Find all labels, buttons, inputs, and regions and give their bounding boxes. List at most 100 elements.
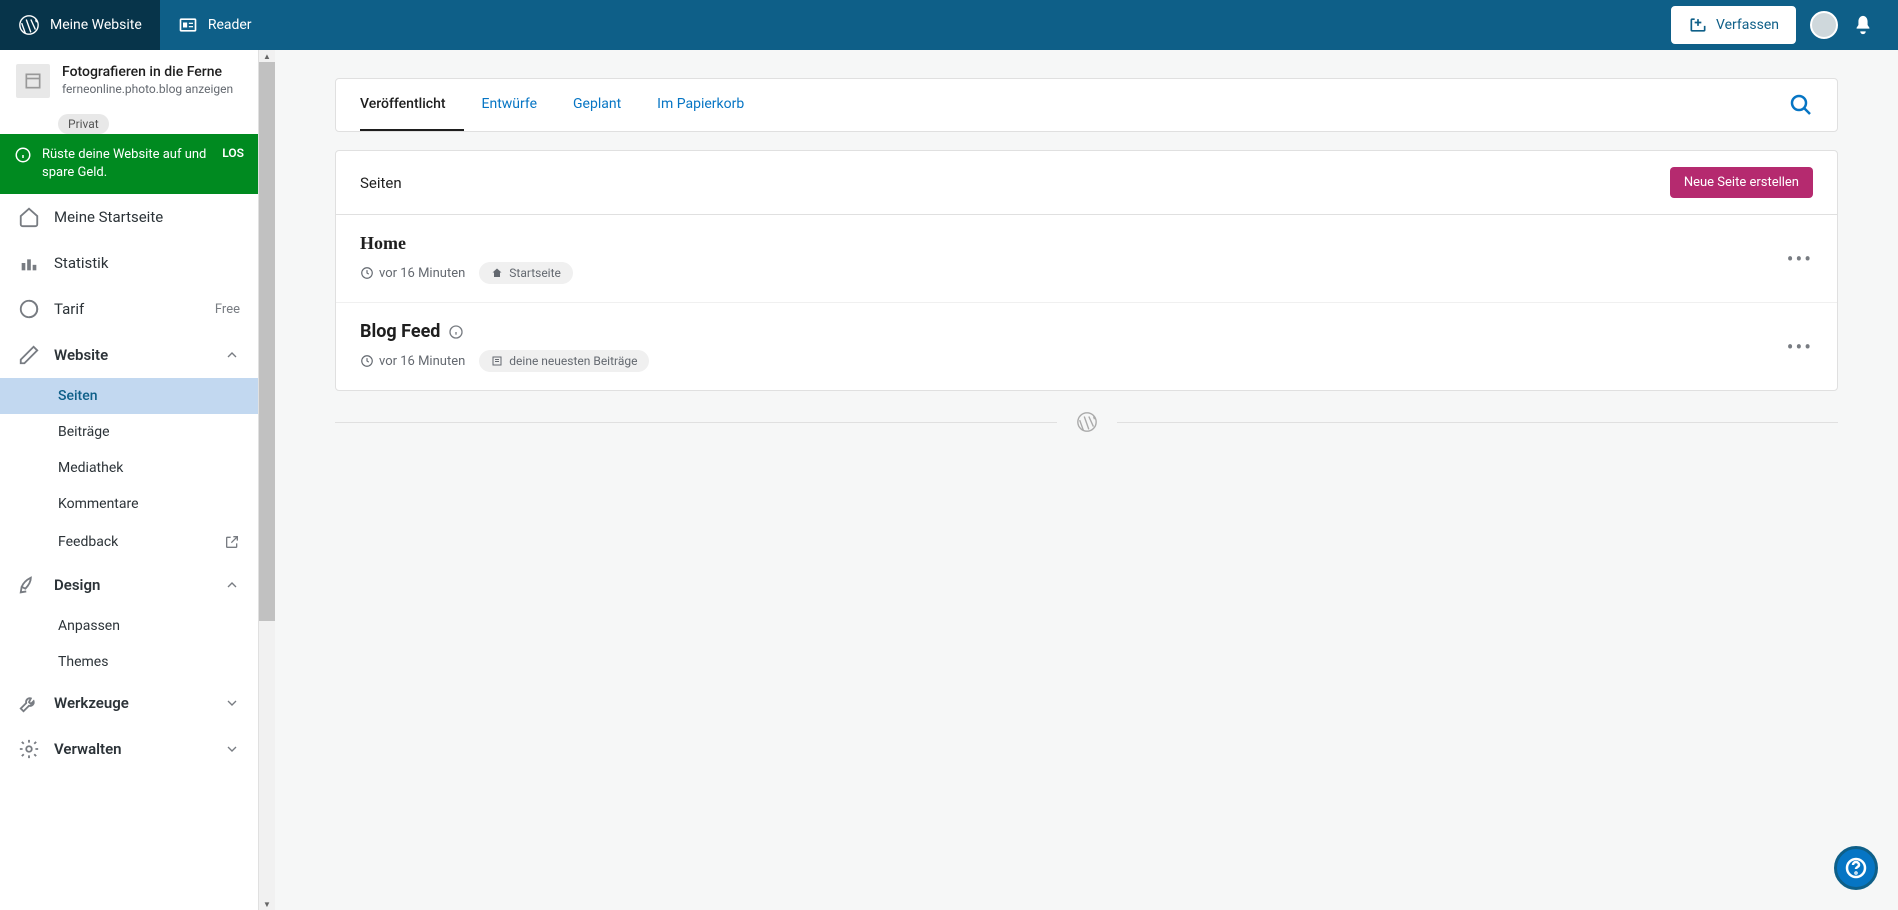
pencil-icon [18, 344, 40, 366]
wrench-icon [18, 692, 40, 714]
help-button[interactable] [1834, 846, 1878, 890]
more-button[interactable]: ••• [1787, 247, 1813, 271]
topbar-tabs: Meine Website Reader [0, 0, 270, 50]
nav-feedback[interactable]: Feedback [0, 522, 258, 562]
nav-media[interactable]: Mediathek [0, 450, 258, 486]
clock-icon [360, 354, 374, 368]
notifications-icon[interactable] [1852, 14, 1874, 36]
chevron-up-icon [224, 577, 240, 593]
site-info: Fotografieren in die Ferne ferneonline.p… [62, 64, 242, 98]
nav-themes[interactable]: Themes [0, 644, 258, 680]
tabs-card: Veröffentlicht Entwürfe Geplant Im Papie… [335, 78, 1838, 132]
new-page-button[interactable]: Neue Seite erstellen [1670, 167, 1813, 198]
footer-logo [335, 411, 1838, 433]
help-icon [1844, 856, 1868, 880]
page-title[interactable]: Blog Feed [360, 321, 1787, 342]
tab-published[interactable]: Veröffentlicht [360, 79, 464, 131]
promo-text: Rüste deine Website auf und spare Geld. [42, 146, 212, 182]
nav-stats-label: Statistik [54, 254, 108, 272]
site-url[interactable]: ferneonline.photo.blog anzeigen [62, 82, 242, 96]
home-icon [18, 206, 40, 228]
main-content: Veröffentlicht Entwürfe Geplant Im Papie… [275, 50, 1898, 910]
chevron-down-icon [224, 695, 240, 711]
sidebar-container: Fotografieren in die Ferne ferneonline.p… [0, 50, 275, 910]
posts-icon [491, 355, 503, 367]
nav-tools-label: Werkzeuge [54, 694, 129, 712]
tab-scheduled[interactable]: Geplant [555, 79, 639, 131]
plan-icon [18, 298, 40, 320]
pages-list: Seiten Neue Seite erstellen Home vor 16 … [335, 150, 1838, 391]
page-time: vor 16 Minuten [360, 266, 465, 281]
layout: Fotografieren in die Ferne ferneonline.p… [0, 50, 1898, 910]
info-icon [14, 146, 32, 164]
nav-home[interactable]: Meine Startseite [0, 194, 258, 240]
chevron-up-icon [224, 347, 240, 363]
wordpress-icon [1076, 411, 1098, 433]
page-info: Blog Feed vor 16 Minuten deine neuesten … [360, 321, 1787, 372]
list-title: Seiten [360, 174, 402, 192]
design-icon [18, 574, 40, 596]
page-meta: vor 16 Minuten deine neuesten Beiträge [360, 350, 1787, 372]
site-placeholder-icon [23, 71, 43, 91]
nav-feedback-label: Feedback [58, 534, 118, 550]
nav-design[interactable]: Design [0, 562, 258, 608]
page-title[interactable]: Home [360, 233, 1787, 254]
nav-manage[interactable]: Verwalten [0, 726, 258, 772]
tab-my-site-label: Meine Website [50, 17, 142, 33]
page-badge: deine neuesten Beiträge [479, 350, 649, 372]
chevron-down-icon [224, 741, 240, 757]
stats-icon [18, 252, 40, 274]
nav-pages[interactable]: Seiten [0, 378, 258, 414]
nav-plan-label: Tarif [54, 300, 84, 318]
tab-reader-label: Reader [208, 17, 252, 33]
list-header: Seiten Neue Seite erstellen [336, 151, 1837, 215]
more-button[interactable]: ••• [1787, 335, 1813, 359]
reader-icon [178, 15, 198, 35]
nav-manage-label: Verwalten [54, 740, 122, 758]
topbar: Meine Website Reader Verfassen [0, 0, 1898, 50]
upgrade-promo[interactable]: Rüste deine Website auf und spare Geld. … [0, 134, 258, 194]
page-badge: Startseite [479, 262, 573, 284]
tab-reader[interactable]: Reader [160, 0, 270, 50]
page-meta: vor 16 Minuten Startseite [360, 262, 1787, 284]
tab-drafts[interactable]: Entwürfe [464, 79, 555, 131]
scroll-up-arrow[interactable]: ▲ [259, 50, 275, 62]
sidebar-scrollbar[interactable]: ▲ ▼ [259, 50, 275, 910]
nav-website-label: Website [54, 346, 108, 364]
clock-icon [360, 266, 374, 280]
page-time: vor 16 Minuten [360, 354, 465, 369]
page-info: Home vor 16 Minuten Startseite [360, 233, 1787, 284]
tab-my-site[interactable]: Meine Website [0, 0, 160, 50]
nav-plan[interactable]: Tarif Free [0, 286, 258, 332]
compose-label: Verfassen [1716, 17, 1779, 33]
sidebar: Fotografieren in die Ferne ferneonline.p… [0, 50, 259, 910]
nav-comments[interactable]: Kommentare [0, 486, 258, 522]
page-row[interactable]: Home vor 16 Minuten Startseite ••• [336, 215, 1837, 303]
page-row[interactable]: Blog Feed vor 16 Minuten deine neuesten … [336, 303, 1837, 390]
nav-tools[interactable]: Werkzeuge [0, 680, 258, 726]
tab-trash[interactable]: Im Papierkorb [639, 79, 762, 131]
home-icon [491, 267, 503, 279]
search-icon[interactable] [1789, 93, 1813, 117]
wordpress-icon [18, 14, 40, 36]
topbar-right: Verfassen [1671, 6, 1898, 44]
nav-stats[interactable]: Statistik [0, 240, 258, 286]
nav-design-label: Design [54, 576, 100, 594]
avatar[interactable] [1810, 11, 1838, 39]
nav-website[interactable]: Website [0, 332, 258, 378]
compose-icon [1688, 15, 1708, 35]
nav-posts[interactable]: Beiträge [0, 414, 258, 450]
plan-badge: Free [215, 302, 240, 317]
site-name: Fotografieren in die Ferne [62, 64, 242, 80]
nav-home-label: Meine Startseite [54, 208, 163, 226]
nav-customize[interactable]: Anpassen [0, 608, 258, 644]
privacy-badge[interactable]: Privat [58, 114, 109, 134]
scroll-down-arrow[interactable]: ▼ [259, 898, 275, 910]
info-icon[interactable] [448, 324, 464, 340]
gear-icon [18, 738, 40, 760]
compose-button[interactable]: Verfassen [1671, 6, 1796, 44]
site-thumbnail [16, 64, 50, 98]
scroll-thumb[interactable] [259, 62, 275, 621]
promo-action[interactable]: LOS [222, 146, 244, 160]
site-header[interactable]: Fotografieren in die Ferne ferneonline.p… [0, 50, 258, 108]
